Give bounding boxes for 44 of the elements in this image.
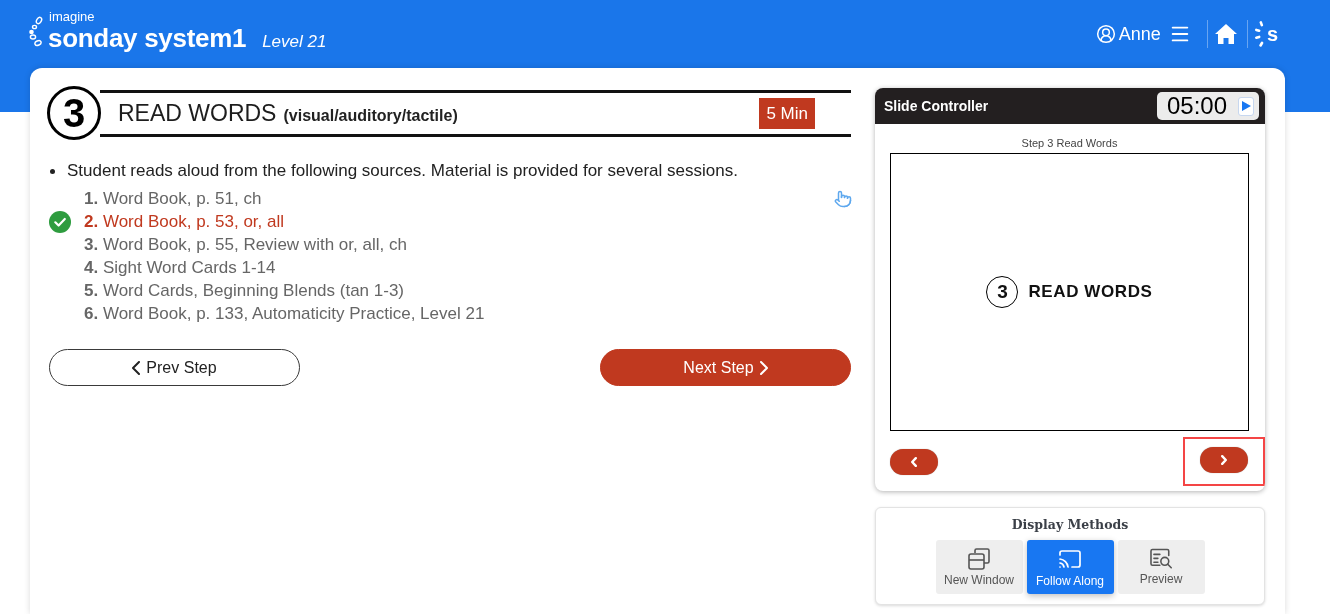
source-item: 1. Word Book, p. 51, ch <box>84 188 262 209</box>
check-circle-icon <box>49 210 71 233</box>
display-method-tab[interactable]: New Window <box>935 540 1023 594</box>
display-method-tab[interactable]: Follow Along <box>1026 540 1114 594</box>
timer-text: 05:00 <box>1167 94 1228 118</box>
duration-badge: 5 Min <box>759 97 815 129</box>
instruction-text: Student reads aloud from the following sources. Material is provided for several sessions. <box>67 161 738 181</box>
slide-caption: Step 3 Read Words <box>1020 136 1119 150</box>
logo-link[interactable]: s <box>1254 21 1278 47</box>
level-label: Level 21 <box>262 32 327 52</box>
brand-tagline: imagine <box>49 10 96 24</box>
display-methods-title: Display Methods <box>1011 516 1129 533</box>
user-name[interactable]: Anne <box>1118 23 1161 45</box>
dots-logo-icon <box>28 15 44 47</box>
source-item: 4. Sight Word Cards 1-14 <box>84 257 276 278</box>
stacked-windows-icon <box>968 547 990 570</box>
chevron-left-icon <box>911 456 917 467</box>
prev-slide-button[interactable] <box>890 448 938 475</box>
home-button[interactable] <box>1214 24 1237 44</box>
slide-title: READ WORDS <box>1028 282 1153 302</box>
source-item: 2. Word Book, p. 53, or, all <box>84 211 285 232</box>
chevron-left-icon <box>132 360 141 375</box>
play-button[interactable] <box>1238 96 1254 116</box>
prev-step-button[interactable]: Prev Step <box>49 349 300 386</box>
source-item: 3. Word Book, p. 55, Review with or, all, ch <box>84 234 407 255</box>
document-search-icon <box>1150 548 1172 569</box>
source-item: 5. Word Cards, Beginning Blends (tan 1-3) <box>84 280 405 301</box>
next-step-button[interactable]: Next Step <box>600 349 851 386</box>
bullet-icon <box>50 168 55 174</box>
step-number: 3 <box>47 86 101 140</box>
dots-logo-icon <box>1254 21 1265 47</box>
play-icon <box>1241 101 1251 111</box>
display-method-tab[interactable]: Preview <box>1117 540 1205 594</box>
step-title: READ WORDS <box>118 99 277 127</box>
step-modalities: (visual/auditory/tactile) <box>283 106 458 125</box>
source-item: 6. Word Book, p. 133, Automaticity Practice, Level 21 <box>84 303 485 324</box>
brand-name: sonday system1 <box>48 24 247 52</box>
chevron-right-icon <box>1221 455 1227 465</box>
user-icon <box>1095 24 1116 44</box>
controller-title: Slide Controller <box>884 98 989 114</box>
hand-pointer-icon <box>834 190 852 208</box>
next-slide-button[interactable] <box>1200 447 1248 473</box>
chevron-right-icon <box>759 360 768 375</box>
home-icon <box>1214 24 1237 44</box>
